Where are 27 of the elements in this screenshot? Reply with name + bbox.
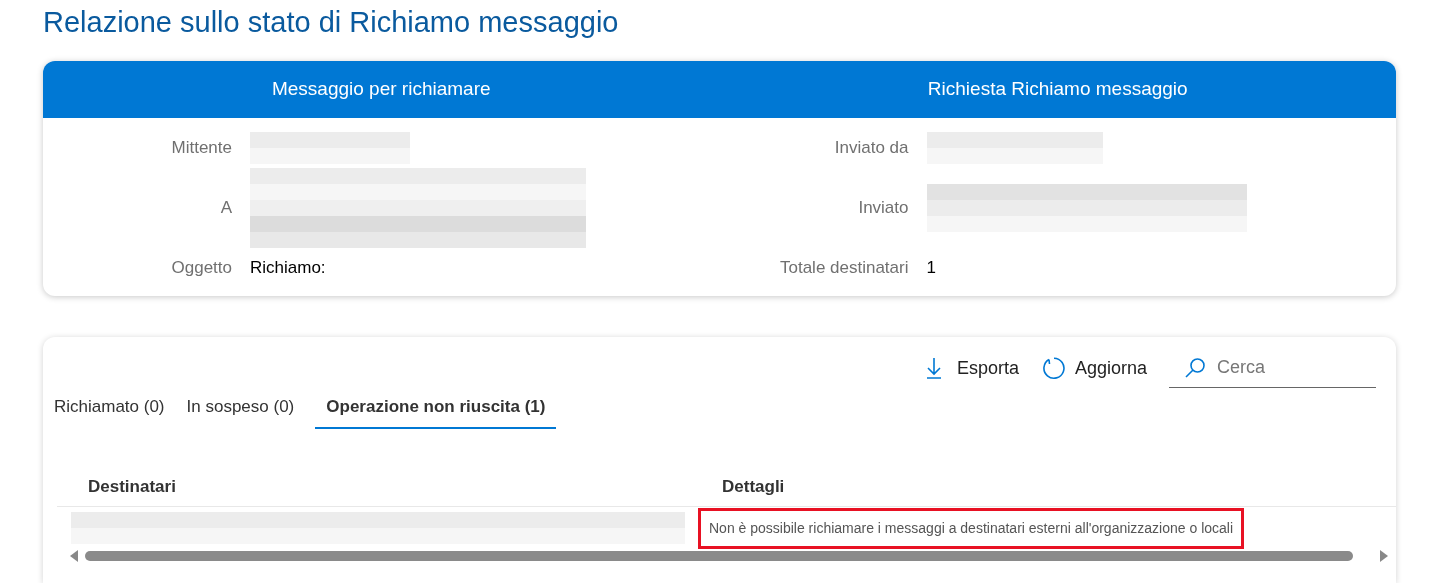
refresh-icon <box>1040 356 1065 380</box>
scroll-right-icon[interactable] <box>1379 550 1389 562</box>
search-input[interactable]: Cerca <box>1217 354 1367 381</box>
download-icon <box>924 356 943 380</box>
tab[interactable]: Operazione non riuscita (1) <box>315 387 557 429</box>
search-icon <box>1183 355 1207 380</box>
column-heading: Messaggio per richiamare <box>271 77 491 102</box>
field-label: Mittente <box>171 137 232 160</box>
table-cell: Non è possibile richiamare i messaggi a destinatari esterni all'organizzazione o locali <box>698 507 1245 549</box>
field-label: Inviato <box>858 197 909 220</box>
field-label: Inviato da <box>834 137 909 160</box>
search-field[interactable]: Cerca <box>1169 348 1376 388</box>
field-label: A <box>220 197 232 220</box>
field-value: 1 <box>926 257 936 280</box>
export-button[interactable]: Esporta <box>924 354 1019 382</box>
tab[interactable]: In sospeso (0) <box>175 387 306 429</box>
field-label: Oggetto <box>171 257 232 280</box>
field-label: Totale destinatari <box>779 257 909 280</box>
column-heading: Richiesta Richiamo messaggio <box>927 77 1188 102</box>
page-title: Relazione sullo stato di Richiamo messaggio <box>43 5 619 40</box>
refresh-button[interactable]: Aggiorna <box>1040 354 1147 382</box>
scrollbar-thumb[interactable] <box>85 551 1353 561</box>
column-header: Destinatari <box>88 476 176 496</box>
column-header: Dettagli <box>722 476 785 496</box>
scroll-left-icon[interactable] <box>69 550 79 562</box>
tab[interactable]: Richiamato (0) <box>43 387 176 429</box>
field-value: Richiamo: <box>250 257 326 280</box>
